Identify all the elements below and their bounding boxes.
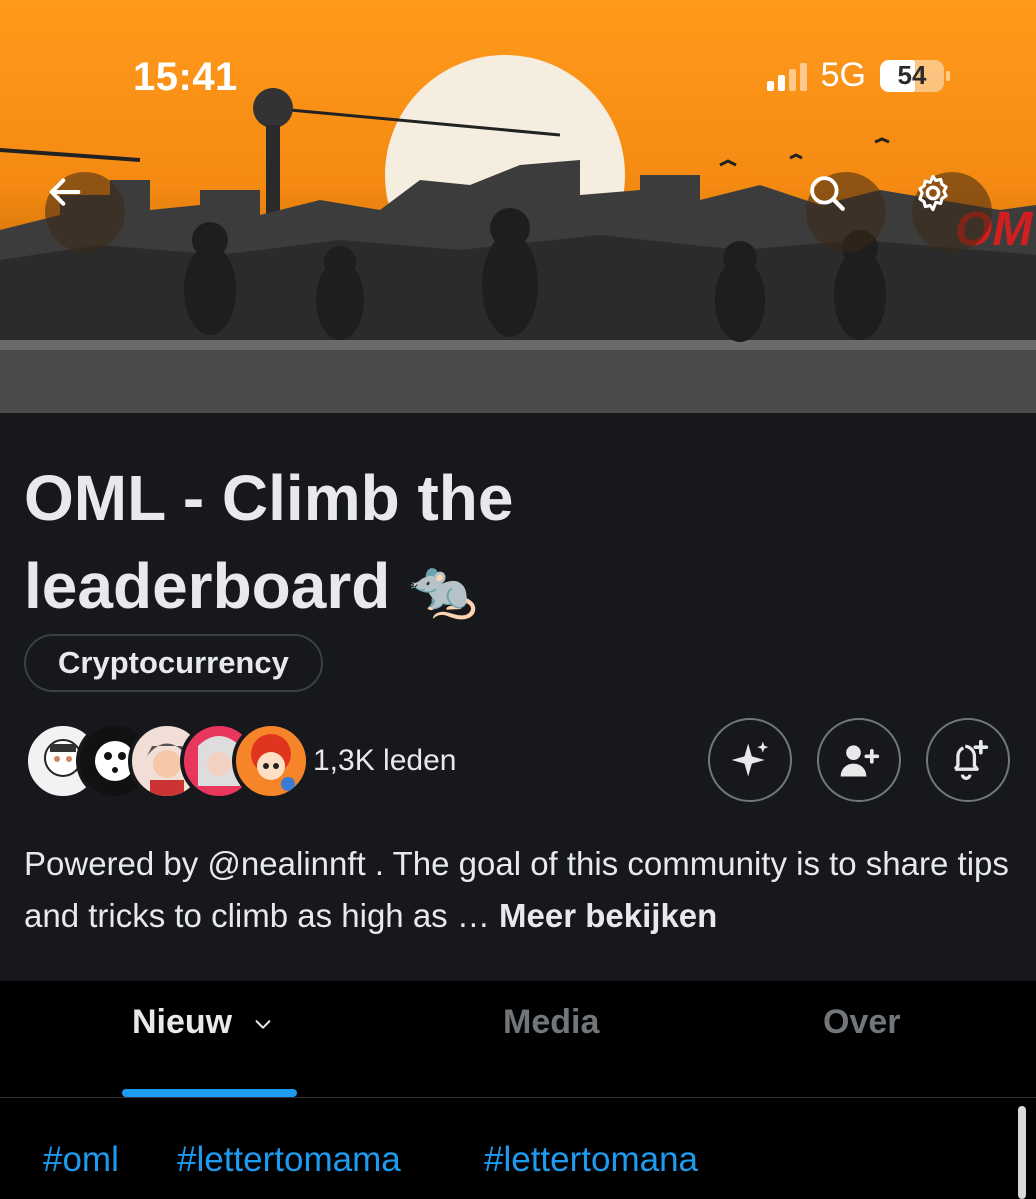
community-banner: OM 15:41 5G 54 xyxy=(0,0,1036,413)
bell-plus-icon xyxy=(953,739,989,780)
feed-area: #oml #lettertomama #lettertomana xyxy=(0,1098,1036,1199)
tab-nieuw-label: Nieuw xyxy=(132,1003,233,1041)
tab-media[interactable]: Media xyxy=(503,1003,599,1042)
network-type: 5G xyxy=(820,56,866,94)
search-button[interactable] xyxy=(806,172,886,252)
sparkle-button[interactable] xyxy=(708,718,792,802)
battery-icon: 54 xyxy=(880,59,950,92)
search-icon xyxy=(810,176,845,211)
hashtag-link[interactable]: #oml xyxy=(43,1140,119,1180)
hashtag-link[interactable]: #lettertomana xyxy=(484,1140,698,1180)
join-community-button[interactable] xyxy=(817,718,901,802)
arrow-left-icon xyxy=(49,178,81,206)
community-title: OML - Climb the leaderboard 🐀 xyxy=(24,454,724,633)
show-more-link[interactable]: Meer bekijken xyxy=(499,897,717,934)
add-user-icon xyxy=(840,745,880,777)
back-button[interactable] xyxy=(45,172,125,252)
signal-icon xyxy=(766,61,807,91)
active-tab-indicator xyxy=(122,1089,297,1097)
hashtag-link[interactable]: #lettertomama xyxy=(177,1140,401,1180)
gear-icon xyxy=(918,174,948,212)
notifications-button[interactable] xyxy=(926,718,1010,802)
battery-level: 54 xyxy=(897,60,927,90)
status-time: 15:41 xyxy=(133,55,238,99)
status-indicators: 5G 54 xyxy=(766,56,950,95)
member-avatars[interactable] xyxy=(24,722,310,800)
tab-over[interactable]: Over xyxy=(823,1003,901,1042)
member-count[interactable]: 1,3K leden xyxy=(313,744,456,778)
scrollbar[interactable] xyxy=(1018,1106,1026,1199)
chevron-down-icon xyxy=(255,1020,271,1029)
community-tabs: Nieuw Media Over xyxy=(0,981,1036,1097)
sparkle-icon xyxy=(731,741,769,777)
avatar xyxy=(232,722,310,800)
rat-emoji: 🐀 xyxy=(408,557,478,620)
tab-nieuw[interactable]: Nieuw xyxy=(132,1003,274,1042)
category-chip[interactable]: Cryptocurrency xyxy=(24,634,323,692)
community-description: Powered by @nealinnft . The goal of this… xyxy=(24,838,1014,942)
settings-button[interactable] xyxy=(912,172,992,252)
